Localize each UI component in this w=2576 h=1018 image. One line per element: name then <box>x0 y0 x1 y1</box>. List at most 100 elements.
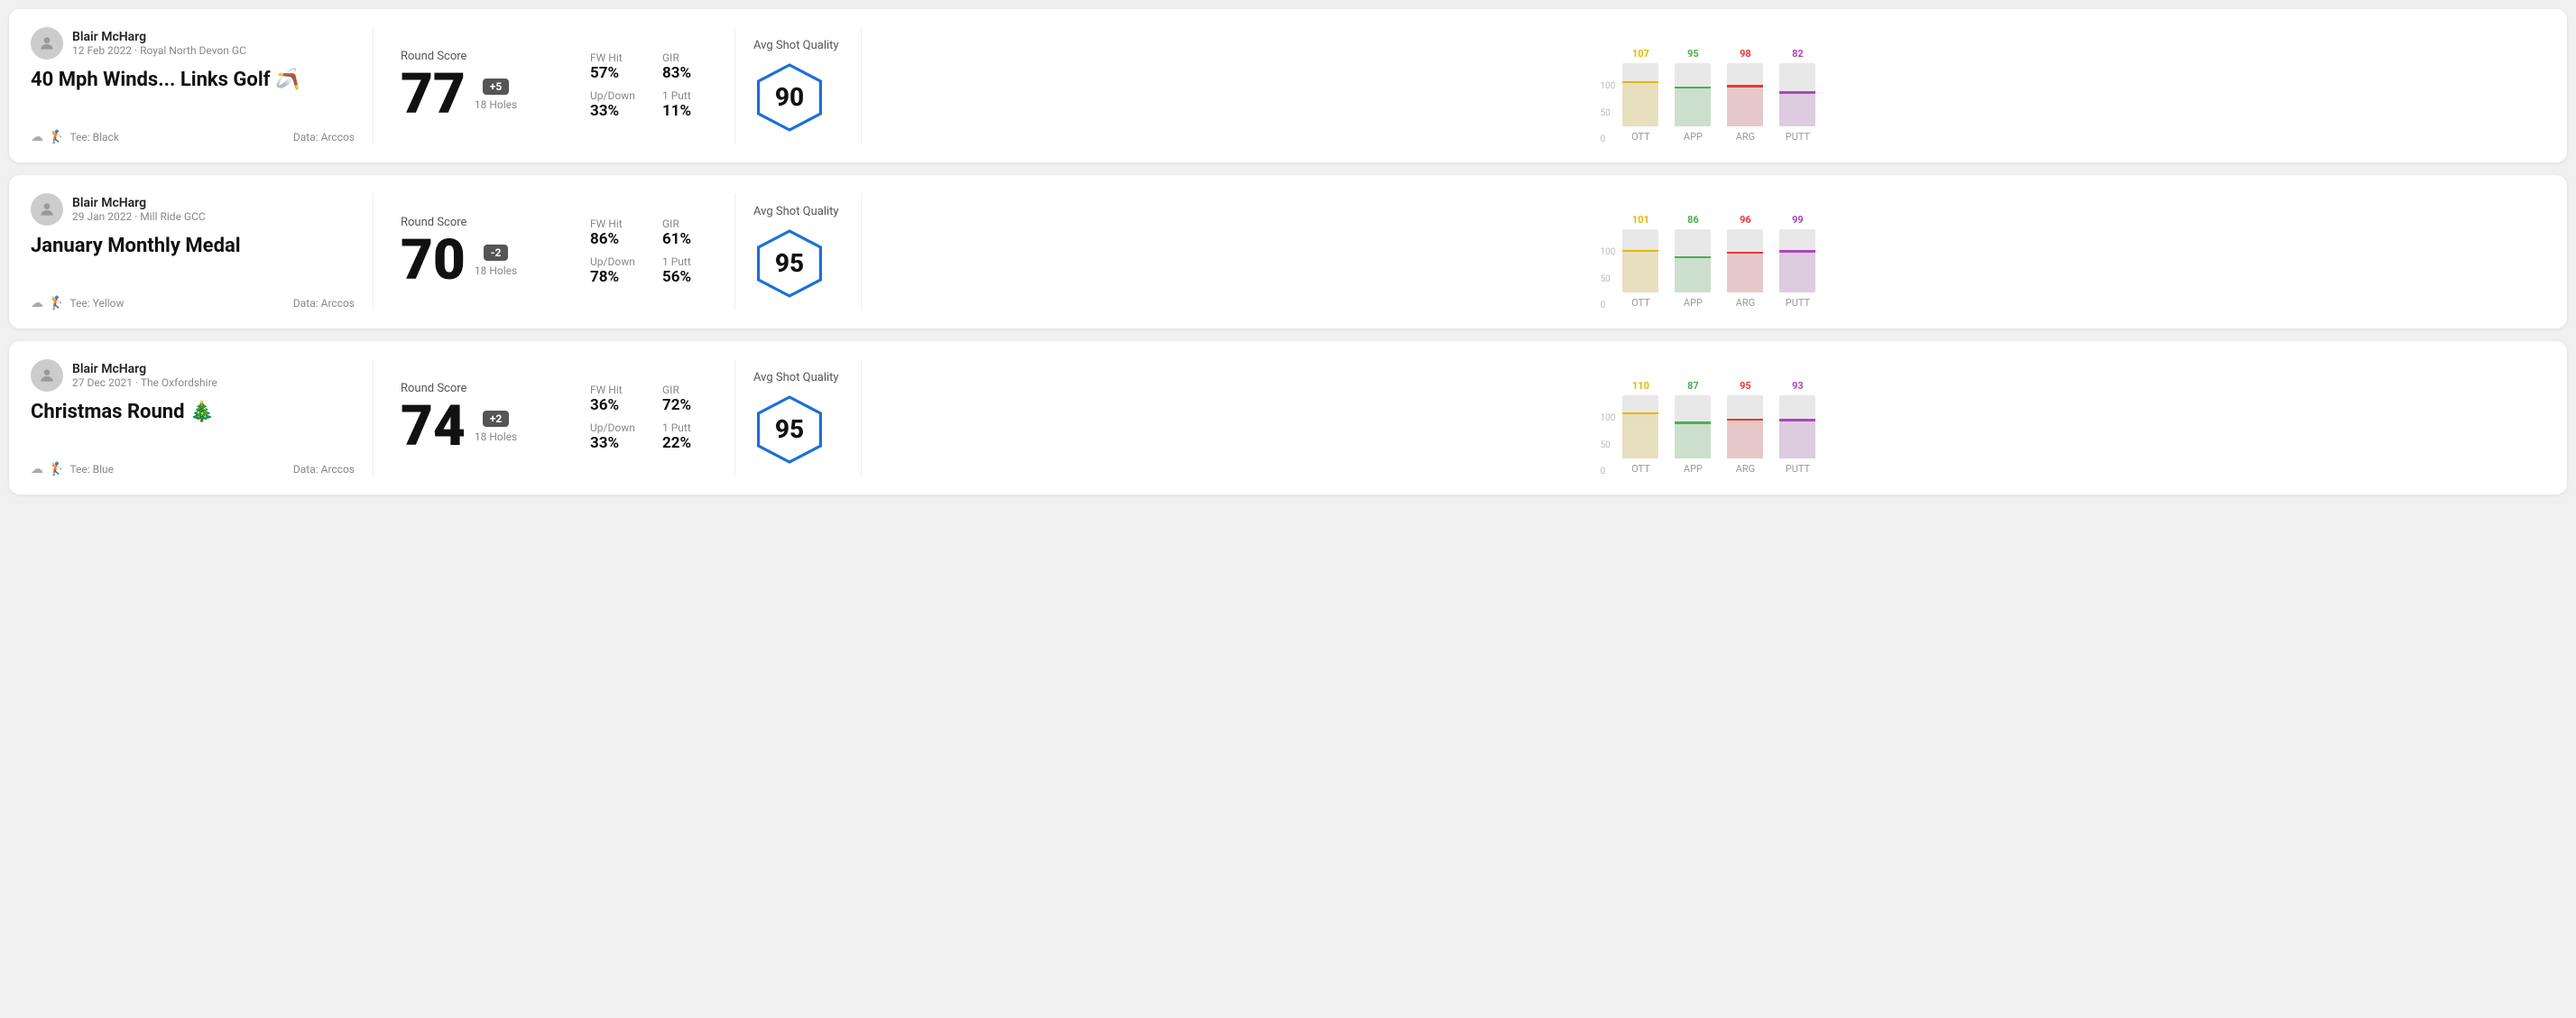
bar-fill <box>1779 421 1815 458</box>
data-source: Data: Arccos <box>293 297 355 310</box>
bar-x-label: ARG <box>1736 463 1755 475</box>
bar-x-label: PUTT <box>1786 463 1810 475</box>
bar-background <box>1622 63 1658 126</box>
bar-fill <box>1675 424 1711 459</box>
bar-line <box>1727 419 1763 421</box>
score-badge: +2 <box>483 411 509 427</box>
oneputt-value: 56% <box>662 268 691 286</box>
bar-line <box>1675 421 1711 424</box>
bar-x-label: PUTT <box>1786 131 1810 143</box>
stat-group-top: FW Hit 57% GIR 83% <box>590 51 716 82</box>
bar-fill <box>1622 414 1658 458</box>
oneputt-stat: 1 Putt 11% <box>662 89 716 120</box>
bar-line <box>1622 250 1658 253</box>
score-value: 74 <box>401 399 466 455</box>
stat-group-top: FW Hit 36% GIR 72% <box>590 384 716 414</box>
avatar <box>31 359 63 392</box>
card-left-section: Blair McHarg 29 Jan 2022 · Mill Ride GCC… <box>31 193 374 310</box>
bar-fill <box>1727 254 1763 292</box>
stat-group-bottom: Up/Down 78% 1 Putt 56% <box>590 255 716 286</box>
fw-hit-stat: FW Hit 86% <box>590 217 644 248</box>
gir-label: GIR <box>662 384 716 396</box>
score-row: 74 +2 18 Holes <box>401 399 545 455</box>
gir-stat: GIR 61% <box>662 217 716 248</box>
updown-label: Up/Down <box>590 421 644 434</box>
fw-hit-label: FW Hit <box>590 217 644 230</box>
bar-fill <box>1779 94 1815 126</box>
bar-line <box>1727 252 1763 255</box>
bar-group-app: 87 APP <box>1675 380 1711 458</box>
updown-stat: Up/Down 78% <box>590 255 644 286</box>
card-middle-section: Round Score 70 -2 18 Holes <box>374 193 572 310</box>
bar-x-label: OTT <box>1631 131 1650 143</box>
bar-background <box>1622 229 1658 292</box>
bar-group-arg: 98 ARG <box>1727 48 1763 126</box>
card-stats-section: FW Hit 86% GIR 61% Up/Down 78% 1 Putt <box>572 193 734 310</box>
bar-x-label: APP <box>1684 131 1703 143</box>
bar-value-label: 96 <box>1740 214 1751 226</box>
fw-hit-value: 57% <box>590 64 619 82</box>
bar-group-app: 86 APP <box>1675 214 1711 292</box>
score-badge-group: -2 18 Holes <box>475 245 517 277</box>
bar-line <box>1622 412 1658 415</box>
quality-score-value: 95 <box>775 248 804 278</box>
y-axis-labels: 100 50 0 <box>1601 413 1616 477</box>
score-row: 77 +5 18 Holes <box>401 67 545 123</box>
bar-value-label: 101 <box>1632 214 1649 226</box>
bar-background <box>1675 395 1711 458</box>
updown-stat: Up/Down 33% <box>590 421 644 452</box>
user-date: 27 Dec 2021 · The Oxfordshire <box>72 376 217 389</box>
tee-info: ☁ 🏌 Tee: Black <box>31 130 119 144</box>
oneputt-stat: 1 Putt 56% <box>662 255 716 286</box>
bar-group-arg: 96 ARG <box>1727 214 1763 292</box>
gir-stat: GIR 72% <box>662 384 716 414</box>
bar-x-label: OTT <box>1631 463 1650 475</box>
score-badge: -2 <box>484 245 509 261</box>
bar-chart-container: 100 50 0 107 OTT 95 APP 98 <box>1601 27 1816 144</box>
gir-stat: GIR 83% <box>662 51 716 82</box>
score-row: 70 -2 18 Holes <box>401 233 545 289</box>
bar-value-label: 110 <box>1632 380 1649 392</box>
updown-value: 78% <box>590 268 619 286</box>
bar-line <box>1675 87 1711 89</box>
score-badge: +5 <box>483 79 509 95</box>
round-title: 40 Mph Winds... Links Golf 🪃 <box>31 69 355 91</box>
bar-x-label: ARG <box>1736 297 1755 309</box>
bar-line <box>1727 85 1763 88</box>
user-name: Blair McHarg <box>72 362 217 376</box>
bar-group-putt: 82 PUTT <box>1779 48 1815 126</box>
card-quality-section: Avg Shot Quality 95 <box>734 193 861 310</box>
user-name: Blair McHarg <box>72 30 246 44</box>
cloud-icon: ☁ <box>31 462 43 477</box>
updown-label: Up/Down <box>590 89 644 102</box>
round-title: Christmas Round 🎄 <box>31 401 355 423</box>
card-footer: ☁ 🏌 Tee: Blue Data: Arccos <box>31 462 355 477</box>
user-details: Blair McHarg 12 Feb 2022 · Royal North D… <box>72 30 246 57</box>
avg-shot-quality-label: Avg Shot Quality <box>753 205 839 218</box>
bar-group-ott: 110 OTT <box>1622 380 1658 458</box>
score-value: 77 <box>401 67 466 123</box>
data-source: Data: Arccos <box>293 463 355 476</box>
bar-line <box>1779 91 1815 94</box>
bar-value-label: 99 <box>1792 214 1804 226</box>
bar-value-label: 98 <box>1740 48 1751 60</box>
bar-x-label: APP <box>1684 297 1703 309</box>
bar-chart-container: 100 50 0 101 OTT 86 APP 96 <box>1601 193 1816 310</box>
bag-icon: 🏌 <box>49 462 64 477</box>
updown-stat: Up/Down 33% <box>590 89 644 120</box>
user-date: 29 Jan 2022 · Mill Ride GCC <box>72 210 206 223</box>
gir-value: 61% <box>662 230 691 248</box>
oneputt-label: 1 Putt <box>662 421 716 434</box>
card-footer: ☁ 🏌 Tee: Yellow Data: Arccos <box>31 296 355 310</box>
bar-background <box>1727 229 1763 292</box>
tee-info: ☁ 🏌 Tee: Blue <box>31 462 114 477</box>
updown-label: Up/Down <box>590 255 644 268</box>
y-axis-labels: 100 50 0 <box>1601 81 1616 144</box>
hexagon-container: 95 <box>753 393 826 466</box>
user-info: Blair McHarg 27 Dec 2021 · The Oxfordshi… <box>31 359 355 392</box>
round-card: Blair McHarg 27 Dec 2021 · The Oxfordshi… <box>9 341 2567 495</box>
bar-value-label: 93 <box>1792 380 1804 392</box>
gir-label: GIR <box>662 217 716 230</box>
tee-label: Tee: Blue <box>69 463 114 476</box>
avatar <box>31 27 63 60</box>
